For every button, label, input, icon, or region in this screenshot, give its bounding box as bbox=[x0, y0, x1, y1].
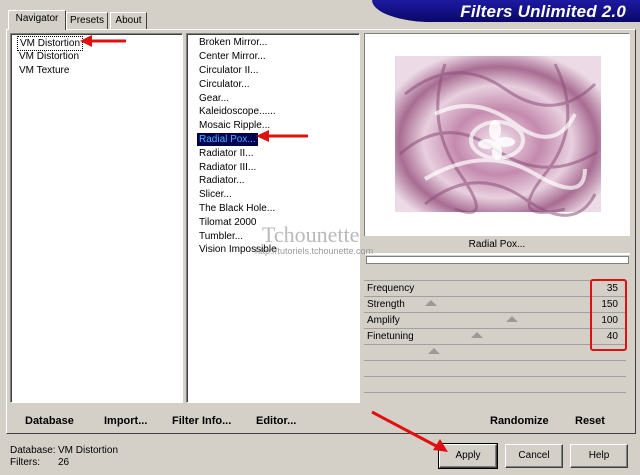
category-item-vm-distortion-selected[interactable]: VM Distortion bbox=[17, 36, 84, 51]
param-empty-row bbox=[364, 344, 626, 360]
filter-item[interactable]: Broken Mirror... bbox=[197, 36, 269, 49]
tab-navigator[interactable]: Navigator bbox=[8, 10, 66, 30]
import-button[interactable]: Import... bbox=[104, 414, 147, 428]
filter-item[interactable]: Slicer... bbox=[197, 188, 234, 201]
category-list[interactable]: VM Distortion VM Distortion VM Texture bbox=[10, 33, 183, 403]
param-empty-row bbox=[364, 376, 626, 392]
filter-item[interactable]: Radiator... bbox=[197, 174, 247, 187]
app-title: Filters Unlimited 2.0 bbox=[460, 2, 626, 21]
param-finetuning[interactable]: Finetuning 40 bbox=[364, 328, 626, 344]
category-item-vm-distortion[interactable]: VM Distortion bbox=[17, 50, 81, 63]
filter-list[interactable]: Broken Mirror... Center Mirror... Circul… bbox=[186, 33, 360, 403]
param-empty-row bbox=[364, 360, 626, 376]
tab-about[interactable]: About bbox=[110, 12, 147, 29]
filter-item[interactable]: The Black Hole... bbox=[197, 202, 277, 215]
filter-item[interactable]: Radiator II... bbox=[197, 147, 255, 160]
preview-panel bbox=[364, 33, 630, 255]
filter-item[interactable]: Radiator III... bbox=[197, 161, 258, 174]
filter-item[interactable]: Gear... bbox=[197, 92, 231, 105]
apply-button[interactable]: Apply bbox=[438, 443, 498, 469]
database-button[interactable]: Database bbox=[25, 414, 74, 428]
param-label: Strength bbox=[367, 299, 405, 310]
filter-item[interactable]: Tilomat 2000 bbox=[197, 216, 258, 229]
param-empty-row bbox=[364, 392, 626, 408]
filter-item[interactable]: Center Mirror... bbox=[197, 50, 268, 63]
filter-item[interactable]: Circulator... bbox=[197, 78, 252, 91]
slider-thumb[interactable] bbox=[428, 348, 441, 354]
reset-button[interactable]: Reset bbox=[575, 414, 605, 428]
filter-item[interactable]: Mosaic Ripple... bbox=[197, 119, 272, 132]
filter-info-button[interactable]: Filter Info... bbox=[172, 414, 231, 428]
param-label: Frequency bbox=[367, 283, 415, 294]
status-filters-label: Filters: bbox=[10, 457, 40, 468]
help-button[interactable]: Help bbox=[570, 444, 628, 468]
param-strength[interactable]: Strength 150 bbox=[364, 296, 626, 312]
filter-item[interactable]: Tumbler... bbox=[197, 230, 245, 243]
status-database-value: VM Distortion bbox=[58, 445, 119, 456]
value-highlight-box bbox=[590, 279, 627, 351]
editor-button[interactable]: Editor... bbox=[256, 414, 296, 428]
param-label: Amplify bbox=[367, 315, 400, 326]
slider-thumb[interactable] bbox=[470, 332, 483, 338]
category-item-vm-texture[interactable]: VM Texture bbox=[17, 64, 71, 77]
progress-bar bbox=[366, 256, 629, 264]
slider-thumb[interactable] bbox=[424, 300, 437, 306]
param-label: Finetuning bbox=[367, 331, 414, 342]
filter-item-selected[interactable]: Radial Pox... bbox=[197, 133, 258, 146]
status-database-label: Database: bbox=[10, 445, 56, 456]
slider-thumb[interactable] bbox=[505, 316, 518, 322]
watermark-url: http://tutoriels.tchounette.com bbox=[255, 246, 374, 256]
filter-item[interactable]: Kaleidoscope...... bbox=[197, 105, 278, 118]
watermark-title: Tchounette bbox=[262, 222, 360, 247]
param-amplify[interactable]: Amplify 100 bbox=[364, 312, 626, 328]
preview-filter-name: Radial Pox... bbox=[364, 236, 630, 253]
preview-image bbox=[395, 56, 601, 217]
tab-presets[interactable]: Presets bbox=[66, 12, 108, 29]
randomize-button[interactable]: Randomize bbox=[490, 414, 549, 428]
param-frequency[interactable]: Frequency 35 bbox=[364, 280, 626, 296]
filter-item[interactable]: Circulator II... bbox=[197, 64, 260, 77]
status-filters-value: 26 bbox=[58, 457, 70, 468]
cancel-button[interactable]: Cancel bbox=[505, 444, 563, 468]
